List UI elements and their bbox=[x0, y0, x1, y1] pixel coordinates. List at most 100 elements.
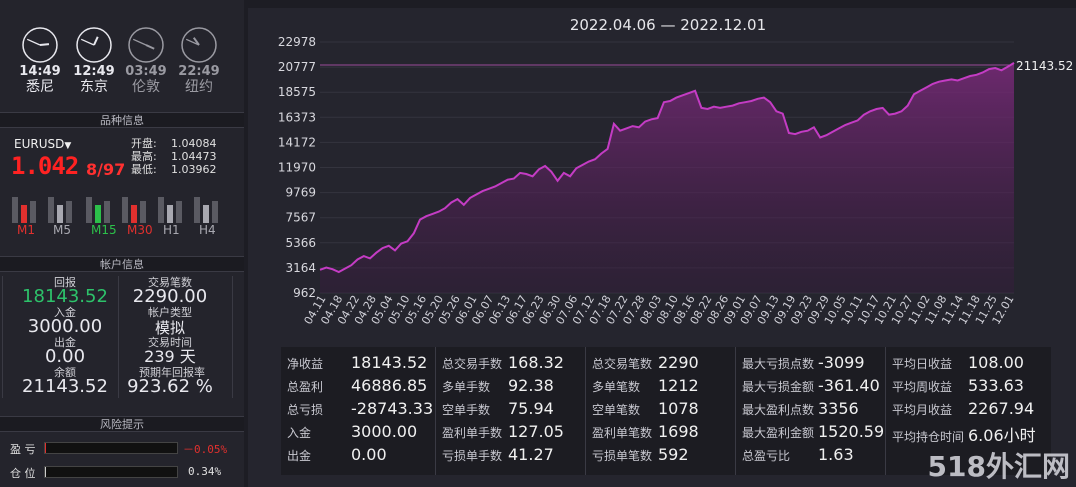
stats-row: 空单手数 75.94 bbox=[442, 399, 554, 422]
stats-row: 净收益 18143.52 bbox=[287, 353, 427, 376]
stats-row: 最大亏损金额 -361.40 bbox=[742, 376, 880, 399]
stat-value: 0.00 bbox=[351, 445, 387, 464]
stat-label: 入金 bbox=[287, 426, 312, 440]
stat-value: 592 bbox=[658, 445, 689, 464]
y-tick-label: 962 bbox=[293, 286, 316, 300]
y-tick-label: 7567 bbox=[285, 211, 316, 225]
stat-value: -28743.33 bbox=[351, 399, 434, 418]
equity-area bbox=[320, 62, 1014, 294]
stat-label: 亏损单手数 bbox=[442, 449, 503, 463]
stat-value: 18143.52 bbox=[351, 353, 428, 372]
stat-label: 多单手数 bbox=[442, 380, 491, 394]
stat-value: 46886.85 bbox=[351, 376, 428, 395]
stat-label: 亏损单笔数 bbox=[592, 449, 653, 463]
stats-row: 亏损单手数 41.27 bbox=[442, 445, 554, 468]
stat-value: 533.63 bbox=[968, 376, 1024, 395]
stat-label: 平均周收益 bbox=[892, 380, 953, 394]
stats-row: 多单手数 92.38 bbox=[442, 376, 554, 399]
stats-row: 平均周收益 533.63 bbox=[892, 376, 1024, 399]
stat-label: 最大盈利金额 bbox=[742, 426, 815, 440]
stat-value: 6.06小时 bbox=[968, 426, 1036, 445]
stat-label: 总交易手数 bbox=[442, 357, 503, 371]
stats-column: 总交易手数 168.32 多单手数 92.38 空单手数 75.94 盈利单手数 127.05… bbox=[435, 347, 585, 475]
equity-chart: 962 3164 5366 7567 9769 11970 14172 16373 18575 2… bbox=[278, 35, 1073, 327]
stat-value: 1520.59 bbox=[818, 422, 885, 441]
stat-value: -3099 bbox=[818, 353, 865, 372]
stats-row: 最大亏损点数 -3099 bbox=[742, 353, 865, 376]
stats-row: 盈利单手数 127.05 bbox=[442, 422, 564, 445]
withdraw-value: 0.00 bbox=[44, 346, 86, 367]
stat-label: 多单笔数 bbox=[592, 380, 641, 394]
y-tick-label: 3164 bbox=[285, 261, 316, 275]
stat-label: 盈利单笔数 bbox=[592, 426, 653, 440]
last-value-label: 21143.52 bbox=[1016, 59, 1073, 73]
y-tick-label: 16373 bbox=[278, 110, 316, 124]
watermark: 518外汇网 bbox=[927, 450, 1070, 483]
stats-row: 亏损单笔数 592 bbox=[592, 445, 689, 468]
stat-value: 3356 bbox=[818, 399, 859, 418]
stat-value: 75.94 bbox=[508, 399, 554, 418]
stat-label: 总亏损 bbox=[287, 403, 324, 417]
stat-label: 平均月收益 bbox=[892, 403, 953, 417]
stats-row: 盈利单笔数 1698 bbox=[592, 422, 699, 445]
stat-value: 1212 bbox=[658, 376, 699, 395]
stat-value: 41.27 bbox=[508, 445, 554, 464]
stat-value: 1078 bbox=[658, 399, 699, 418]
pnl-label: 盈 亏 bbox=[10, 443, 36, 456]
stat-label: 盈利单手数 bbox=[442, 426, 503, 440]
stats-row: 总盈利 46886.85 bbox=[287, 376, 427, 399]
stat-value: 127.05 bbox=[508, 422, 564, 441]
stats-row: 最大盈利点数 3356 bbox=[742, 399, 859, 422]
stat-label: 总盈亏比 bbox=[742, 449, 791, 463]
balance-value: 21143.52 bbox=[22, 376, 108, 397]
stats-row: 最大盈利金额 1520.59 bbox=[742, 422, 884, 445]
stats-row: 入金 3000.00 bbox=[287, 422, 417, 445]
y-tick-label: 22978 bbox=[278, 35, 316, 49]
y-tick-label: 20777 bbox=[278, 60, 316, 74]
stat-label: 空单笔数 bbox=[592, 403, 641, 417]
pnl-value: －0.05% bbox=[183, 443, 228, 456]
stats-row: 多单笔数 1212 bbox=[592, 376, 699, 399]
stat-value: 92.38 bbox=[508, 376, 554, 395]
stats-row: 平均日收益 108.00 bbox=[892, 353, 1024, 376]
position-label: 仓 位 bbox=[10, 467, 36, 480]
stat-label: 出金 bbox=[287, 449, 312, 463]
stat-label: 平均日收益 bbox=[892, 357, 953, 371]
stats-row: 总盈亏比 1.63 bbox=[742, 445, 854, 468]
stat-value: 2290 bbox=[658, 353, 699, 372]
stat-value: -361.40 bbox=[818, 376, 880, 395]
annual-return-value: 923.62 % bbox=[127, 376, 213, 397]
stats-row: 出金 0.00 bbox=[287, 445, 387, 468]
stats-row: 平均月收益 2267.94 bbox=[892, 399, 1034, 422]
stats-row: 空单笔数 1078 bbox=[592, 399, 699, 422]
stats-row: 平均持仓时间 6.06小时 bbox=[892, 422, 1036, 445]
position-value: 0.34% bbox=[188, 465, 222, 478]
stat-label: 最大盈利点数 bbox=[742, 403, 815, 417]
stats-row: 总交易手数 168.32 bbox=[442, 353, 564, 376]
stat-label: 总盈利 bbox=[287, 380, 324, 394]
position-bar bbox=[44, 466, 178, 478]
stat-value: 3000.00 bbox=[351, 422, 418, 441]
stat-label: 净收益 bbox=[287, 357, 324, 371]
stats-row: 总交易笔数 2290 bbox=[592, 353, 699, 376]
stat-value: 2267.94 bbox=[968, 399, 1035, 418]
stat-label: 最大亏损金额 bbox=[742, 380, 815, 394]
stats-row: 总亏损 -28743.33 bbox=[287, 399, 433, 422]
stats-column: 净收益 18143.52 总盈利 46886.85 总亏损 -28743.33 入金 3000… bbox=[281, 347, 433, 475]
y-tick-label: 11970 bbox=[278, 161, 316, 175]
stats-column: 总交易笔数 2290 多单笔数 1212 空单笔数 1078 盈利单笔数 1698 亏损单笔数 5… bbox=[585, 347, 735, 475]
y-tick-label: 18575 bbox=[278, 85, 316, 99]
stat-label: 空单手数 bbox=[442, 403, 491, 417]
section-title-risk: 风险提示 bbox=[0, 416, 244, 432]
y-tick-label: 9769 bbox=[285, 186, 316, 200]
stats-column: 最大亏损点数 -3099 最大亏损金额 -361.40 最大盈利点数 3356 最大盈利金额… bbox=[735, 347, 885, 475]
stat-label: 总交易笔数 bbox=[592, 357, 653, 371]
trade-time-value: 239 天 bbox=[144, 347, 196, 366]
stat-label: 平均持仓时间 bbox=[892, 430, 965, 444]
pnl-bar bbox=[44, 442, 178, 454]
stat-label: 最大亏损点数 bbox=[742, 357, 815, 371]
stat-value: 108.00 bbox=[968, 353, 1024, 372]
stat-value: 168.32 bbox=[508, 353, 564, 372]
y-tick-label: 14172 bbox=[278, 135, 316, 149]
stat-value: 1.63 bbox=[818, 445, 854, 464]
